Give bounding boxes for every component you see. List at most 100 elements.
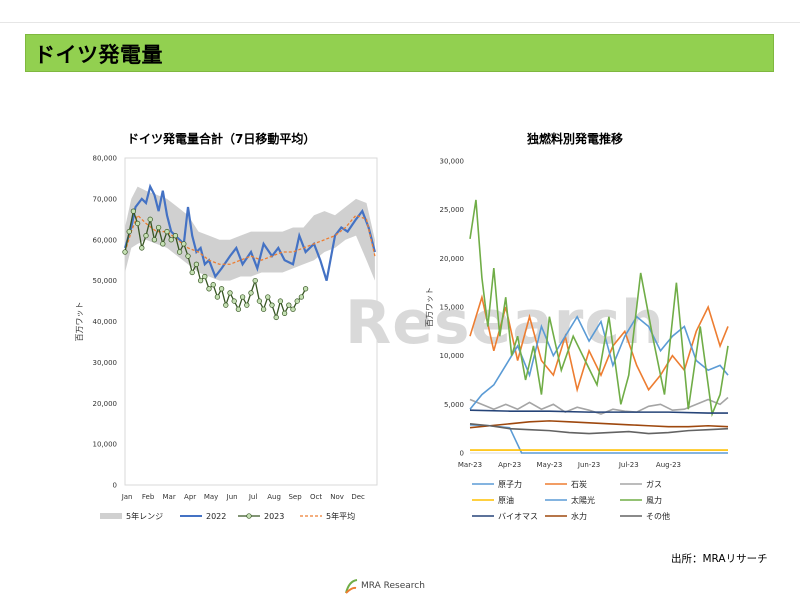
- series-2023-point: [168, 237, 174, 243]
- logo-icon: [345, 579, 358, 594]
- legend-label: その他: [646, 511, 670, 521]
- y-tick-label: 30,000: [93, 359, 118, 367]
- y-tick-label: 20,000: [440, 255, 465, 263]
- series-2023-point: [235, 306, 242, 312]
- series-2023-point: [277, 298, 284, 304]
- legend-label: 2022: [206, 512, 226, 521]
- series-2023-point: [302, 286, 309, 292]
- y-tick-label: 30,000: [440, 158, 465, 166]
- page-title: ドイツ発電量: [34, 43, 163, 67]
- legend-label: 風力: [646, 495, 662, 505]
- series-2023-point: [281, 310, 288, 316]
- series-2023-point: [172, 233, 179, 239]
- series-2023-point: [231, 298, 237, 304]
- x-tick-label: Apr-23: [498, 461, 521, 469]
- series-other-line: [469, 423, 729, 435]
- series-2023-point: [286, 302, 292, 308]
- header-bar: ドイツ発電量: [25, 34, 774, 72]
- x-tick-label: Aug: [267, 493, 281, 501]
- legend-label: 太陽光: [571, 495, 595, 505]
- y-tick-label: 15,000: [440, 304, 465, 312]
- x-tick-label: Nov: [330, 493, 344, 501]
- series-biomass-line: [469, 409, 728, 414]
- series-2023-point: [143, 233, 149, 239]
- top-divider: [0, 22, 800, 23]
- y-tick-label: 25,000: [440, 206, 465, 214]
- y-tick-label: 5,000: [444, 401, 464, 409]
- y-tick-label: 20,000: [93, 400, 118, 408]
- y-tick-label: 50,000: [93, 277, 118, 285]
- footer-logo: MRA Research: [343, 578, 433, 596]
- series-2023-point: [202, 273, 208, 280]
- series-2023-point: [244, 302, 250, 308]
- series-2023-point: [185, 253, 191, 259]
- series-2023-point: [210, 282, 216, 288]
- series-2023-point: [298, 294, 305, 300]
- series-2023-point: [269, 302, 275, 308]
- series-2023-point: [139, 245, 145, 251]
- series-2023-point: [155, 224, 162, 231]
- x-tick-label: Jul-23: [618, 461, 639, 469]
- y-tick-label: 0: [113, 482, 117, 490]
- series-2023-point: [160, 241, 166, 247]
- legend-label: ガス: [646, 479, 662, 489]
- x-tick-label: May-23: [536, 461, 562, 469]
- series-2023-point: [206, 286, 212, 292]
- series-2023-point: [294, 298, 300, 304]
- legend-label: バイオマス: [498, 512, 538, 521]
- series-2023-point: [164, 228, 170, 235]
- x-tick-label: Jan: [121, 493, 133, 501]
- series-2023-point: [176, 249, 183, 255]
- y-tick-label: 10,000: [93, 441, 118, 449]
- legend-label: 水力: [571, 511, 587, 521]
- series-2023-point: [290, 306, 296, 312]
- y-tick-label: 40,000: [93, 318, 118, 326]
- series-2023-point: [218, 286, 225, 292]
- x-tick-label: Jun-23: [577, 461, 600, 469]
- x-tick-label: Aug-23: [656, 461, 681, 469]
- legend-swatch-5yr-range: [100, 513, 122, 519]
- logo-text: MRA Research: [361, 581, 425, 591]
- series-2023-point: [239, 294, 246, 300]
- series-2023-point: [181, 241, 187, 247]
- series-2023-point: [189, 269, 195, 276]
- legend-label: 5年平均: [326, 511, 355, 521]
- series-2023-point: [193, 261, 200, 267]
- series-wind-line: [469, 199, 729, 418]
- series-hydro-line: [469, 420, 729, 429]
- chart-title-by-fuel: 独燃料別発電推移: [527, 132, 624, 146]
- series-2023-point: [134, 220, 141, 227]
- series-2023-point: [214, 294, 221, 300]
- x-tick-label: Dec: [351, 493, 365, 501]
- series-2023-point: [252, 277, 258, 284]
- x-tick-label: Mar: [162, 493, 175, 501]
- y-tick-label: 80,000: [93, 155, 118, 163]
- series-2023-point: [265, 294, 271, 300]
- y-tick-label: 70,000: [93, 195, 118, 203]
- series-2023-point: [248, 290, 254, 296]
- y-axis-label: 百万ワット: [425, 287, 434, 327]
- legend-label: 2023: [264, 512, 284, 521]
- series-2023-point: [256, 298, 263, 304]
- x-tick-label: Mar-23: [458, 461, 482, 469]
- y-tick-label: 0: [460, 450, 464, 458]
- y-tick-label: 60,000: [93, 236, 118, 244]
- x-tick-label: Sep: [288, 493, 302, 501]
- series-2023-point: [260, 306, 267, 312]
- series-2023-point: [273, 314, 279, 321]
- series-2023-point: [147, 216, 153, 222]
- series-2023-point: [130, 208, 137, 214]
- y-tick-label: 10,000: [440, 352, 465, 360]
- x-tick-label: Apr: [184, 493, 196, 501]
- y-axis-label: 百万ワット: [75, 302, 84, 342]
- legend-label: 原子力: [498, 479, 522, 489]
- chart-total-generation: 0 10,000 20,000 30,000 40,000 50,000 60,000 70,…: [75, 155, 378, 521]
- x-tick-label: May: [204, 493, 218, 501]
- chart-by-fuel: 0 5,000 10,000 15,000 20,000 25,000 30,000 Mar-…: [425, 158, 729, 521]
- x-tick-label: Jun: [226, 493, 238, 501]
- series-2023-point: [223, 302, 229, 308]
- legend-marker-2023: [246, 513, 252, 519]
- series-2023-point: [227, 290, 233, 296]
- legend-label: 原油: [498, 495, 514, 505]
- legend-label: 5年レンジ: [126, 511, 163, 521]
